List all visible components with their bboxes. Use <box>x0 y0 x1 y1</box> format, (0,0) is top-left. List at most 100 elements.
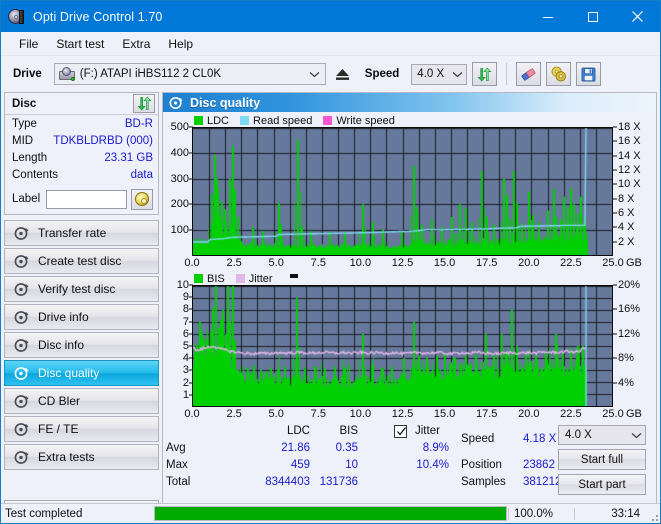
bis-y-axis-right: 4% 8% 12% 16% 20% <box>613 279 654 407</box>
sidebar-item-label: CD Bler <box>38 394 81 408</box>
gold-disc-icon <box>135 192 149 206</box>
ldc-avg-value: 21.86 <box>281 442 310 454</box>
position-stat-label: Position <box>461 459 502 471</box>
window-title: Opti Drive Control 1.70 <box>33 9 163 24</box>
drive-select[interactable]: (F:) ATAPI iHBS112 2 CL0K <box>53 63 326 85</box>
samples-stat-label: Samples <box>461 476 506 488</box>
optical-drive-icon <box>58 67 75 81</box>
y-tick-left: 4 <box>183 352 193 364</box>
disc-test-icon <box>14 394 29 409</box>
y-tick-left: 200 <box>171 198 193 210</box>
legend-read-speed: Read speed <box>240 115 319 127</box>
x-tick: 12.5 <box>391 408 414 420</box>
ldc-max-value: 459 <box>290 459 310 471</box>
disc-key-length: Length <box>12 152 48 164</box>
start-part-button[interactable]: Start part <box>558 474 646 495</box>
disc-row-length: Length 23.31 GB <box>12 152 153 169</box>
status-message: Test completed <box>5 507 83 520</box>
charts-container: LDC Read speed Write speed 100 200 300 400 5… <box>163 112 656 423</box>
menu-start-test[interactable]: Start test <box>47 34 113 54</box>
bis-total-value: 131736 <box>319 476 358 488</box>
progress-bar <box>154 506 507 521</box>
toolbar: Drive (F:) ATAPI iHBS112 2 CL0K Speed 4.… <box>1 56 660 92</box>
ldc-y-axis-left: 100 200 300 400 500 <box>165 121 193 256</box>
y-tick-right: 2 X <box>613 236 635 248</box>
stats-row-total-label: Total <box>166 476 191 488</box>
disc-tools-button[interactable] <box>546 62 572 86</box>
main-body: Disc Type BD-R MID TDKBLDRBD (000) Lengt… <box>1 92 660 523</box>
sidebar-item-fe-te[interactable]: FE / TE <box>4 416 159 442</box>
y-tick-left: 300 <box>171 173 193 185</box>
y-tick-left: 5 <box>183 340 193 352</box>
x-tick: 25.0 <box>602 257 624 269</box>
ldc-y-axis-right: 2 X 4 X 6 X 8 X 10 X 12 X 14 X 16 X 18 X <box>613 121 654 256</box>
sidebar-item-label: Disc quality <box>38 366 100 380</box>
eject-button[interactable] <box>330 62 354 86</box>
menu-extra[interactable]: Extra <box>113 34 159 54</box>
disc-properties: Type BD-R MID TDKBLDRBD (000) Length 23.… <box>5 115 158 214</box>
y-tick-left: 10 <box>177 279 193 291</box>
menu-file[interactable]: File <box>10 34 47 54</box>
y-tick-left: 9 <box>183 291 193 303</box>
sidebar-item-create-test-disc[interactable]: Create test disc <box>4 248 159 274</box>
close-button[interactable] <box>615 1 660 32</box>
legend-swatch-read-speed <box>240 116 250 125</box>
sidebar-item-drive-info[interactable]: Drive info <box>4 304 159 330</box>
legend-swatch-ldc <box>194 116 203 125</box>
x-tick: 15.0 <box>433 257 456 269</box>
y-tick-left: 6 <box>183 328 193 340</box>
start-full-button[interactable]: Start full <box>558 449 646 470</box>
x-tick: 22.5 <box>560 257 582 269</box>
disc-value-length: 23.31 GB <box>104 152 153 164</box>
disc-test-icon <box>14 338 29 353</box>
gold-disc-icon <box>551 66 567 82</box>
y-tick-left: 7 <box>183 316 193 328</box>
sidebar-item-transfer-rate[interactable]: Transfer rate <box>4 220 159 246</box>
drive-select-value: (F:) ATAPI iHBS112 2 CL0K <box>79 68 222 80</box>
resize-grip[interactable] <box>646 504 660 523</box>
test-speed-select[interactable]: 4.0 X <box>558 425 646 445</box>
sidebar-item-cd-bler[interactable]: CD Bler <box>4 388 159 414</box>
x-tick: 2.5 <box>226 408 242 420</box>
disc-value-contents: data <box>130 169 153 181</box>
sidebar-item-disc-quality[interactable]: Disc quality <box>4 360 159 386</box>
sidebar-item-extra-tests[interactable]: Extra tests <box>4 444 159 470</box>
app-disc-icon <box>8 8 25 25</box>
speed-stat-value: 4.18 X <box>523 433 557 445</box>
x-axis-unit: GB <box>626 408 642 420</box>
progress-percent: 100.0% <box>508 507 574 520</box>
bis-max-value: 10 <box>345 459 358 471</box>
save-icon <box>581 67 596 81</box>
progress-bar-fill <box>155 507 506 520</box>
x-tick: 0.0 <box>184 408 200 420</box>
sidebar-item-verify-test-disc[interactable]: Verify test disc <box>4 276 159 302</box>
y-tick-left: 500 <box>171 121 193 133</box>
bis-avg-value: 0.35 <box>335 442 358 454</box>
minimize-button[interactable] <box>525 1 570 32</box>
ldc-chart-legend: LDC Read speed Write speed <box>165 114 654 127</box>
sidebar-item-disc-info[interactable]: Disc info <box>4 332 159 358</box>
refresh-icon <box>477 66 492 82</box>
menu-help[interactable]: Help <box>159 34 202 54</box>
disc-label-apply-button[interactable] <box>131 188 153 210</box>
disc-test-icon <box>14 310 29 325</box>
disc-refresh-button[interactable] <box>133 94 155 113</box>
refresh-disc-button[interactable] <box>472 62 498 86</box>
y-tick-left: 8 <box>183 303 193 315</box>
disc-label-input[interactable] <box>46 189 127 209</box>
x-tick: 0.0 <box>184 257 200 269</box>
disc-row-type: Type BD-R <box>12 118 153 135</box>
disc-label-row: Label <box>12 188 153 210</box>
speed-select[interactable]: 4.0 X <box>411 63 468 85</box>
disc-panel-header: Disc <box>5 93 158 115</box>
maximize-button[interactable] <box>570 1 615 32</box>
legend-label-ldc: LDC <box>207 114 230 127</box>
disc-test-icon <box>14 282 29 297</box>
disc-key-type: Type <box>12 118 37 130</box>
speed-stat-label: Speed <box>461 433 495 445</box>
jitter-checkbox[interactable] <box>394 425 407 438</box>
save-results-button[interactable] <box>576 62 602 86</box>
erase-disc-button[interactable] <box>516 62 542 86</box>
x-tick: 15.0 <box>433 408 456 420</box>
stats-row-avg-label: Avg <box>166 442 186 454</box>
